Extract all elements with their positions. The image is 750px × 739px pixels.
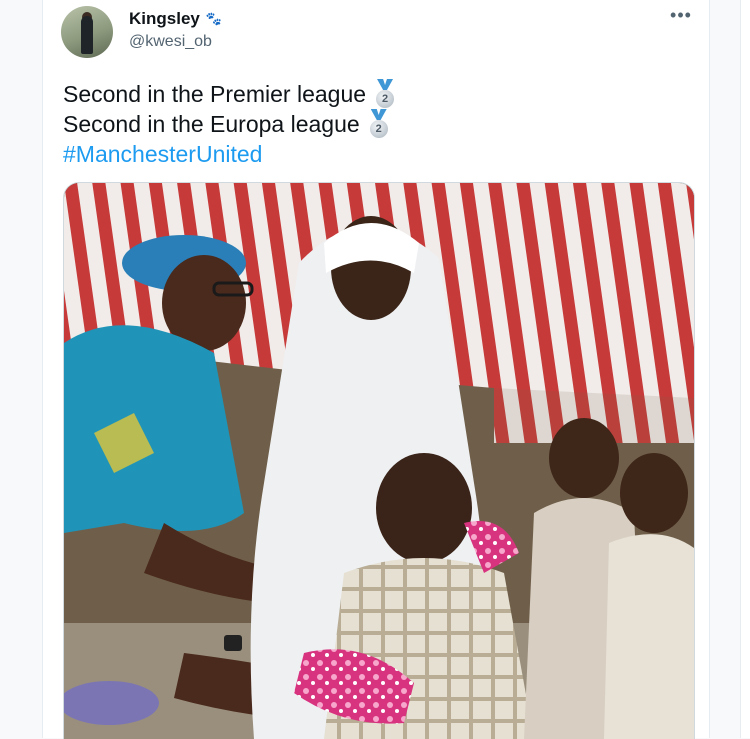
second-place-medal-icon: 2 bbox=[374, 79, 396, 109]
tweet-card[interactable]: Kingsley 🐾 @kwesi_ob ••• Second in the P… bbox=[42, 0, 710, 739]
girl-1-head bbox=[549, 418, 619, 498]
tweet-line-2-text: Second in the Europa league bbox=[63, 111, 360, 137]
girl-2-head bbox=[620, 453, 688, 533]
tweet-text: Second in the Premier league 2 Second in… bbox=[63, 79, 396, 169]
hashtag-line: #ManchesterUnited bbox=[63, 139, 396, 169]
photo-illustration bbox=[64, 183, 694, 739]
tweet-line-2: Second in the Europa league 2 bbox=[63, 109, 396, 139]
paw-prints-icon: 🐾 bbox=[205, 11, 223, 26]
hashtag-link[interactable]: #ManchesterUnited bbox=[63, 139, 262, 169]
adjacent-panel-edge bbox=[740, 0, 750, 738]
avatar[interactable] bbox=[61, 6, 113, 58]
author-name-row[interactable]: Kingsley 🐾 bbox=[129, 9, 222, 29]
tweet-line-1: Second in the Premier league 2 bbox=[63, 79, 396, 109]
author-name[interactable]: Kingsley bbox=[129, 9, 200, 29]
tweet-photo[interactable] bbox=[63, 182, 695, 739]
child-head bbox=[376, 453, 472, 563]
tweet-line-1-text: Second in the Premier league bbox=[63, 81, 367, 107]
second-place-medal-icon: 2 bbox=[368, 109, 390, 139]
girl-2-dress bbox=[604, 534, 694, 739]
wristwatch bbox=[224, 635, 242, 651]
author-handle[interactable]: @kwesi_ob bbox=[129, 33, 212, 51]
more-options-icon[interactable]: ••• bbox=[669, 6, 693, 26]
avatar-figure bbox=[81, 16, 93, 54]
